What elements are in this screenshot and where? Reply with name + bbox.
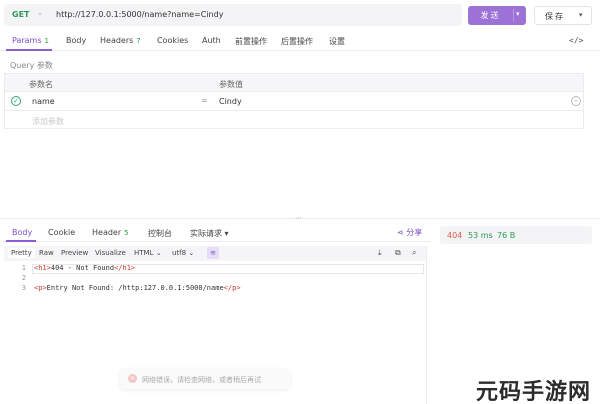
tab-resp-header[interactable]: Header 5: [92, 228, 129, 237]
tab-cookies[interactable]: Cookies: [157, 36, 188, 45]
table-row: 添加参数: [5, 111, 583, 129]
filter-icon[interactable]: ≋: [207, 247, 219, 259]
error-toast: ✕ 网络错误，请检查网络，或者稍后再试: [120, 369, 290, 389]
active-tab-indicator: [6, 240, 36, 242]
visualize-button[interactable]: Visualize: [95, 249, 126, 257]
line-number: 1: [21, 264, 26, 272]
table-row: ✓ name = Cindy −: [5, 92, 583, 111]
chevron-down-icon[interactable]: ▾: [516, 10, 520, 18]
save-label[interactable]: 保存: [545, 11, 565, 22]
tab-post-ops[interactable]: 后置操作: [281, 36, 313, 47]
url-box[interactable]: GET ⌄ http://127.0.0.1:5000/name?name=Ci…: [4, 4, 462, 26]
query-params-title: Query 参数: [10, 61, 53, 70]
col-value-header: 参数值: [219, 80, 243, 89]
watermark: 元码手游网: [476, 380, 592, 404]
response-time: 53 ms: [468, 231, 493, 240]
share-button[interactable]: ⋖ 分享: [397, 227, 422, 238]
search-icon[interactable]: ⌕: [412, 248, 416, 258]
format-select[interactable]: HTML ⌄: [134, 249, 162, 257]
param-name-input[interactable]: name: [32, 97, 55, 106]
equals-icon: =: [201, 96, 208, 105]
tab-settings[interactable]: 设置: [329, 36, 345, 47]
method-select[interactable]: GET: [12, 10, 30, 19]
params-table: 参数名 参数值 ✓ name = Cindy − 添加参数: [4, 73, 584, 129]
check-icon[interactable]: ✓: [11, 96, 21, 106]
copy-icon[interactable]: ⧉: [395, 248, 401, 258]
tab-console[interactable]: 控制台: [148, 228, 172, 239]
tab-auth[interactable]: Auth: [202, 36, 221, 45]
raw-button[interactable]: Raw: [39, 249, 54, 257]
tab-body[interactable]: Body: [66, 36, 86, 45]
code-icon[interactable]: </>: [569, 36, 583, 45]
tab-resp-cookie[interactable]: Cookie: [48, 228, 75, 237]
add-param-input[interactable]: 添加参数: [32, 116, 64, 127]
param-value-input[interactable]: Cindy: [219, 97, 242, 106]
drag-handle-icon[interactable]: ⋯: [295, 214, 302, 222]
response-toolbar: Pretty Raw Preview Visualize HTML ⌄ utf8…: [4, 246, 426, 261]
panel-divider: [426, 246, 427, 404]
tab-resp-body[interactable]: Body: [12, 228, 32, 237]
toast-message: 网络错误，请检查网络，或者稍后再试: [142, 376, 261, 384]
code-text: <p>Entry Not Found: /http:127.0.0.1:5000…: [34, 284, 241, 292]
share-icon: ⋖: [397, 228, 404, 237]
request-tabs: Params 1 Body Headers 7 Cookies Auth 前置操作 …: [0, 30, 600, 51]
response-size: 76 B: [497, 231, 516, 240]
code-line: 2: [4, 274, 424, 284]
send-divider: [513, 9, 514, 22]
current-line-highlight: [32, 264, 424, 274]
send-label[interactable]: 发送: [468, 10, 513, 21]
response-status: 404 53 ms 76 B: [440, 226, 592, 244]
error-icon: ✕: [128, 374, 137, 383]
tab-pre-ops[interactable]: 前置操作: [235, 36, 267, 47]
request-bar: GET ⌄ http://127.0.0.1:5000/name?name=Ci…: [0, 4, 600, 26]
pretty-button[interactable]: Pretty: [8, 248, 35, 258]
chevron-down-icon[interactable]: ▾: [579, 11, 583, 19]
table-header: 参数名 参数值: [5, 74, 583, 92]
chevron-down-icon[interactable]: ⌄: [37, 9, 43, 17]
url-input[interactable]: http://127.0.0.1:5000/name?name=Cindy: [56, 10, 223, 19]
tab-headers[interactable]: Headers 7: [100, 36, 141, 45]
tab-params[interactable]: Params 1: [12, 36, 49, 45]
response-tabs: Body Cookie Header 5 控制台 实际请求 ▾ ⋖ 分享: [0, 222, 430, 242]
tab-actual-request[interactable]: 实际请求 ▾: [190, 228, 229, 239]
download-icon[interactable]: ⤓: [378, 248, 382, 258]
save-button[interactable]: 保存 ▾: [534, 6, 592, 25]
remove-icon[interactable]: −: [571, 96, 581, 106]
code-line: 3 <p>Entry Not Found: /http:127.0.0.1:50…: [4, 284, 424, 294]
line-number: 2: [21, 274, 26, 282]
encoding-select[interactable]: utf8 ⌄: [172, 249, 194, 257]
preview-button[interactable]: Preview: [61, 249, 88, 257]
line-number: 3: [21, 284, 26, 292]
col-name-header: 参数名: [29, 80, 53, 89]
active-tab-indicator: [6, 49, 52, 51]
status-code: 404: [447, 231, 463, 240]
send-button[interactable]: 发送 ▾: [468, 6, 526, 25]
